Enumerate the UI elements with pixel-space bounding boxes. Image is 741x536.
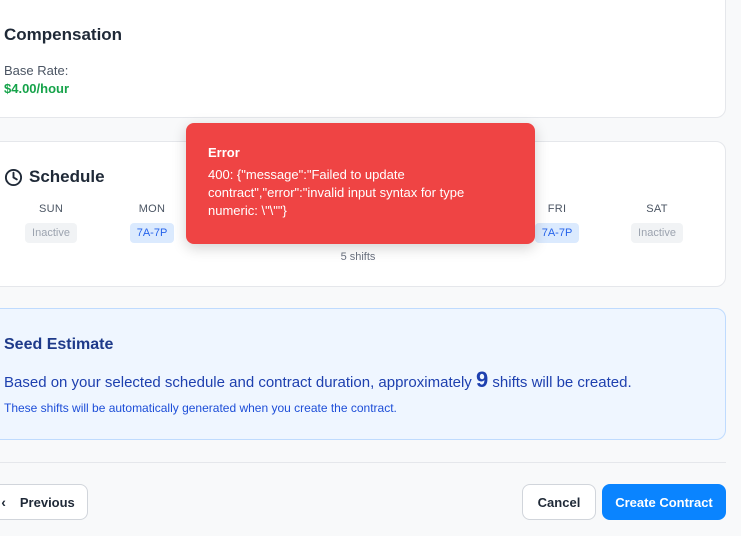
error-toast[interactable]: Error 400: {"message":"Failed to update …	[186, 123, 535, 244]
schedule-header: Schedule	[4, 167, 105, 187]
seed-line-suffix: shifts will be created.	[492, 374, 632, 391]
cancel-button[interactable]: Cancel	[522, 484, 596, 520]
day-status-badge: Inactive	[25, 223, 77, 243]
chevron-left-icon: ‹	[1, 494, 6, 510]
day-status-badge: 7A-7P	[534, 223, 580, 243]
compensation-title: Compensation	[4, 25, 123, 44]
shift-count: 5 shifts	[340, 251, 376, 263]
previous-label: Previous	[19, 494, 75, 510]
seed-estimate-title: Seed Estimate	[4, 336, 114, 353]
day-name: SUN	[38, 203, 64, 215]
seed-estimate-note: These shifts will be automatically gener…	[4, 401, 397, 415]
footer-divider	[0, 462, 726, 463]
day-mon[interactable]: MON 7A-7P	[112, 203, 192, 243]
day-status-badge: Inactive	[631, 223, 683, 243]
base-rate-value: $4.00/hour	[4, 81, 70, 96]
toast-message: 400: {"message":"Failed to update contra…	[208, 167, 465, 218]
seed-line-prefix: Based on your selected schedule and cont…	[4, 374, 472, 391]
seed-estimate-line: Based on your selected schedule and cont…	[4, 367, 632, 393]
schedule-title: Schedule	[29, 167, 105, 186]
compensation-card: Compensation Base Rate: $4.00/hour	[0, 0, 726, 118]
day-sat[interactable]: SAT Inactive	[617, 203, 697, 243]
day-status-badge: 7A-7P	[129, 223, 175, 243]
seed-estimate-card: Seed Estimate Based on your selected sch…	[0, 308, 726, 440]
day-name: MON	[138, 203, 166, 215]
toast-title: Error	[208, 145, 240, 160]
seed-shift-count: 9	[475, 367, 489, 392]
previous-button[interactable]: ‹ Previous	[0, 484, 88, 520]
clock-icon	[4, 168, 23, 186]
base-rate-label: Base Rate:	[4, 63, 69, 78]
day-sun[interactable]: SUN Inactive	[11, 203, 91, 243]
create-contract-button[interactable]: Create Contract	[602, 484, 726, 520]
day-name: SAT	[646, 203, 668, 215]
